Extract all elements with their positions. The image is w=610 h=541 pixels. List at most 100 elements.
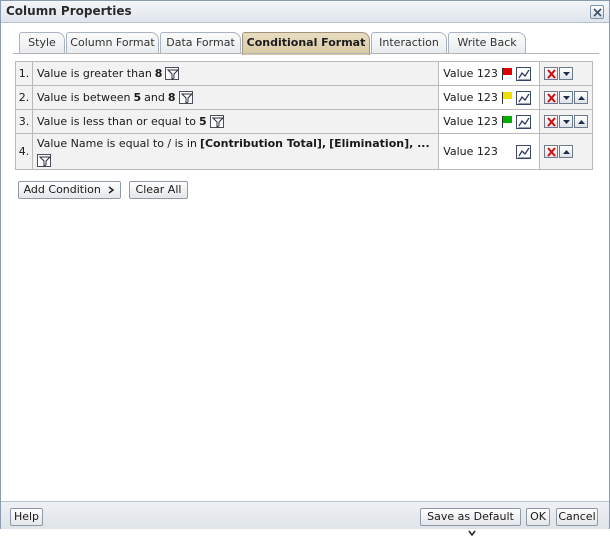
edit-format-icon[interactable] bbox=[515, 66, 531, 81]
format-preview-text: Value 123 bbox=[443, 115, 498, 128]
tab-label: Data Format bbox=[166, 36, 235, 49]
move-down-button[interactable] bbox=[558, 91, 573, 104]
condition-description[interactable]: Value is greater than 8 bbox=[31, 61, 440, 86]
close-icon bbox=[593, 8, 602, 17]
tab-conditional-format[interactable]: Conditional Format bbox=[242, 32, 370, 55]
delete-icon bbox=[547, 117, 556, 127]
help-button[interactable]: Help bbox=[10, 508, 43, 526]
move-up-button[interactable] bbox=[573, 115, 588, 128]
tab-style[interactable]: Style bbox=[19, 32, 65, 54]
condition-connector: and bbox=[144, 90, 165, 104]
tab-label: Style bbox=[28, 36, 56, 49]
condition-description[interactable]: Value is between 5 and 8 bbox=[31, 85, 440, 110]
dialog-title: Column Properties bbox=[6, 4, 132, 18]
conditions-table: 1. Value is greater than 8 Value 123 2. … bbox=[15, 61, 594, 170]
arrow-up-icon bbox=[562, 150, 570, 154]
edit-format-icon[interactable] bbox=[515, 114, 531, 129]
yellow-flag-icon bbox=[501, 91, 513, 104]
filter-icon[interactable] bbox=[36, 153, 51, 167]
move-down-button[interactable] bbox=[558, 115, 573, 128]
green-flag-icon bbox=[501, 115, 513, 128]
table-row: 1. Value is greater than 8 Value 123 bbox=[15, 61, 594, 86]
condition-format[interactable]: Value 123 bbox=[438, 85, 540, 110]
format-preview-text: Value 123 bbox=[443, 67, 498, 80]
table-row: 2. Value is between 5 and 8 Value 123 bbox=[15, 85, 594, 110]
condition-number: 4. bbox=[15, 133, 33, 170]
condition-text: Value Name is equal to / is in bbox=[36, 136, 197, 150]
tab-write-back[interactable]: Write Back bbox=[448, 32, 526, 54]
clear-all-button[interactable]: Clear All bbox=[129, 181, 188, 199]
chevron-right-icon bbox=[108, 186, 115, 194]
filter-icon[interactable] bbox=[178, 91, 193, 104]
condition-number: 2. bbox=[15, 85, 33, 110]
condition-description[interactable]: Value is less than or equal to 5 bbox=[31, 109, 440, 134]
condition-format[interactable]: Value 123 bbox=[438, 133, 540, 170]
save-as-default-button[interactable]: Save as Default bbox=[420, 508, 521, 537]
condition-format[interactable]: Value 123 bbox=[438, 109, 540, 134]
arrow-down-icon bbox=[562, 96, 570, 100]
title-bar: Column Properties bbox=[1, 1, 609, 23]
help-label: Help bbox=[13, 510, 40, 523]
condition-actions bbox=[538, 133, 594, 170]
clear-all-label: Clear All bbox=[135, 183, 182, 196]
filter-icon[interactable] bbox=[165, 67, 180, 80]
condition-actions bbox=[538, 61, 594, 86]
condition-value-2: [Elimination], ... bbox=[329, 136, 430, 150]
edit-format-icon[interactable] bbox=[515, 144, 531, 159]
arrow-down-icon bbox=[562, 72, 570, 76]
filter-icon[interactable] bbox=[209, 115, 224, 128]
condition-actions bbox=[538, 109, 594, 134]
condition-number: 1. bbox=[15, 61, 33, 86]
condition-text: Value is less than or equal to bbox=[36, 114, 197, 128]
condition-value: 5 bbox=[199, 114, 207, 128]
ok-label: OK bbox=[530, 510, 546, 523]
condition-value-2: 8 bbox=[167, 90, 176, 104]
cancel-button[interactable]: Cancel bbox=[556, 508, 598, 526]
arrow-up-icon bbox=[577, 120, 585, 124]
delete-condition-button[interactable] bbox=[543, 91, 558, 104]
tab-interaction[interactable]: Interaction bbox=[371, 32, 447, 54]
tab-strip: Style Column Format Data Format Conditio… bbox=[19, 32, 539, 55]
condition-value: 8 bbox=[154, 66, 163, 80]
delete-condition-button[interactable] bbox=[543, 115, 558, 128]
condition-text: Value is greater than bbox=[36, 66, 152, 80]
tab-label: Interaction bbox=[379, 36, 439, 49]
delete-icon bbox=[547, 147, 556, 157]
format-preview-text: Value 123 bbox=[443, 145, 498, 158]
condition-format[interactable]: Value 123 bbox=[438, 61, 540, 86]
ok-button[interactable]: OK bbox=[526, 508, 550, 526]
add-condition-label: Add Condition bbox=[23, 183, 101, 196]
move-up-button[interactable] bbox=[558, 145, 573, 158]
footer-bar: Help Save as Default OK Cancel bbox=[1, 501, 609, 537]
tab-column-format[interactable]: Column Format bbox=[66, 32, 159, 54]
delete-condition-button[interactable] bbox=[543, 145, 558, 158]
condition-actions bbox=[538, 85, 594, 110]
table-row: 4. Value Name is equal to / is in [Contr… bbox=[15, 133, 594, 170]
condition-text: Value is between bbox=[36, 90, 131, 104]
format-preview-text: Value 123 bbox=[443, 91, 498, 104]
tab-label: Conditional Format bbox=[246, 36, 366, 49]
tab-divider bbox=[13, 53, 599, 54]
condition-description[interactable]: Value Name is equal to / is in [Contribu… bbox=[31, 133, 440, 170]
delete-condition-button[interactable] bbox=[543, 67, 558, 80]
add-condition-button[interactable]: Add Condition bbox=[18, 181, 121, 199]
tab-label: Write Back bbox=[457, 36, 517, 49]
save-as-default-label: Save as Default bbox=[427, 510, 514, 523]
column-properties-dialog: Column Properties Style Column Format Da… bbox=[0, 0, 610, 537]
arrow-up-icon bbox=[577, 96, 585, 100]
chevron-down-icon bbox=[467, 530, 476, 537]
condition-value: [Contribution Total], bbox=[199, 136, 327, 150]
tab-label: Column Format bbox=[70, 36, 155, 49]
tab-data-format[interactable]: Data Format bbox=[160, 32, 241, 54]
arrow-down-icon bbox=[562, 120, 570, 124]
cancel-label: Cancel bbox=[558, 510, 596, 523]
delete-icon bbox=[547, 69, 556, 79]
close-button[interactable] bbox=[590, 5, 604, 19]
move-down-button[interactable] bbox=[558, 67, 573, 80]
table-row: 3. Value is less than or equal to 5 Valu… bbox=[15, 109, 594, 134]
move-up-button[interactable] bbox=[573, 91, 588, 104]
edit-format-icon[interactable] bbox=[515, 90, 531, 105]
delete-icon bbox=[547, 93, 556, 103]
condition-value: 5 bbox=[133, 90, 142, 104]
red-flag-icon bbox=[501, 67, 513, 80]
